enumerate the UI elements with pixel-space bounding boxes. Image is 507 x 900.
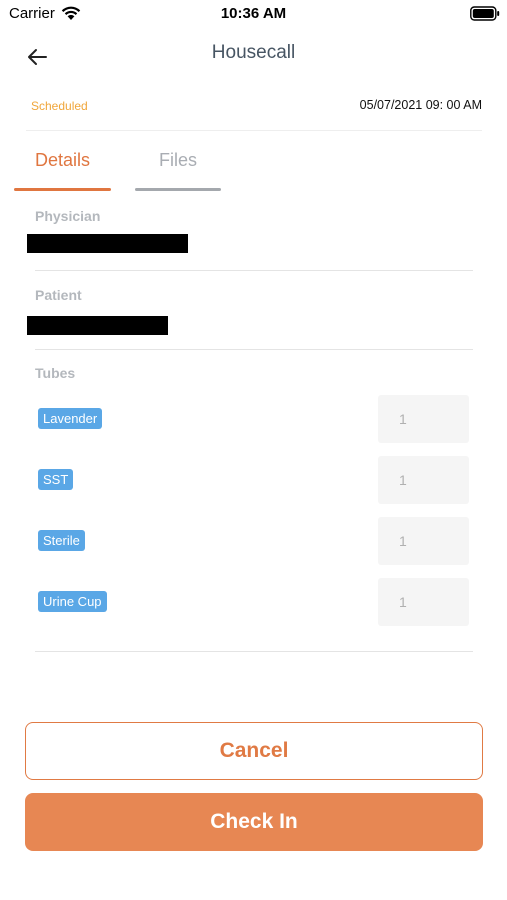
patient-name-redacted xyxy=(27,316,168,335)
status-time: 10:36 AM xyxy=(220,5,287,22)
cancel-button[interactable]: Cancel xyxy=(25,722,483,780)
tubes-label: Tubes xyxy=(35,365,76,381)
physician-label: Physician xyxy=(35,208,101,224)
status-bar: Carrier 10:36 AM xyxy=(0,0,507,30)
tube-quantity-sterile[interactable]: 1 xyxy=(378,517,469,565)
housecall-screen: Carrier 10:36 AM Housecall Scheduled 05/… xyxy=(0,0,507,900)
tube-tag-sterile: Sterile xyxy=(38,530,85,551)
tube-tag-sst: SST xyxy=(38,469,74,490)
tubes-divider xyxy=(35,651,473,652)
header-divider xyxy=(26,130,482,131)
tube-quantity-sst[interactable]: 1 xyxy=(378,456,469,504)
patient-label: Patient xyxy=(35,287,82,303)
appointment-datetime: 05/07/2021 09: 00 AM xyxy=(359,98,482,112)
status-badge: Scheduled xyxy=(31,99,88,113)
battery-icon xyxy=(470,6,500,21)
check-in-button[interactable]: Check In xyxy=(25,793,483,851)
physician-name-redacted xyxy=(27,234,188,253)
page-title: Housecall xyxy=(211,42,296,63)
patient-divider xyxy=(35,349,473,350)
tab-files-indicator xyxy=(135,188,221,191)
tube-tag-lavender: Lavender xyxy=(38,408,103,429)
tab-details-indicator xyxy=(14,188,111,191)
tube-quantity-lavender[interactable]: 1 xyxy=(378,395,469,443)
physician-divider xyxy=(35,270,473,271)
tube-tag-urine-cup: Urine Cup xyxy=(38,591,107,612)
tube-quantity-urine-cup[interactable]: 1 xyxy=(378,578,469,626)
